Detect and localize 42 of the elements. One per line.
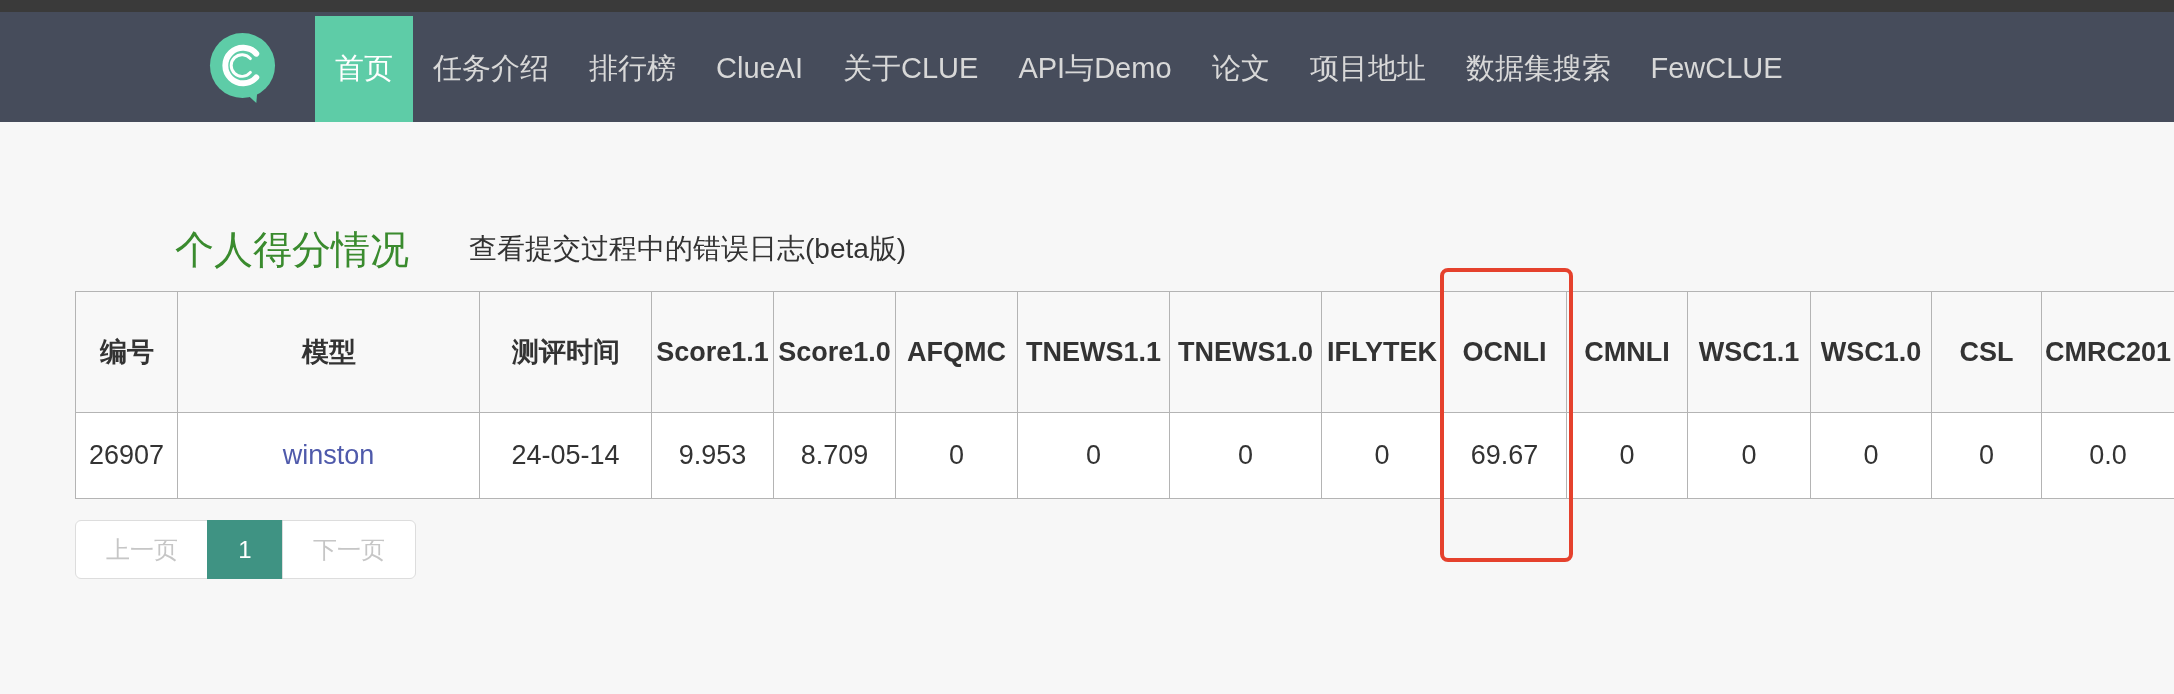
nav-link[interactable]: ClueAI — [696, 16, 824, 122]
nav-link[interactable]: FewCLUE — [1630, 16, 1803, 122]
column-header: CMRC201 — [2041, 291, 2174, 413]
table-cell: 0 — [1321, 412, 1443, 499]
column-header: 测评时间 — [479, 291, 652, 413]
column-header: WSC1.0 — [1810, 291, 1932, 413]
table-cell: 0 — [1687, 412, 1811, 499]
column-header: 编号 — [75, 291, 178, 413]
table-cell: 8.709 — [773, 412, 896, 499]
column-header: AFQMC — [895, 291, 1018, 413]
model-link[interactable]: winston — [282, 440, 375, 471]
table-cell: 0 — [1810, 412, 1932, 499]
column-header: Score1.1 — [651, 291, 774, 413]
table-cell: 0 — [1566, 412, 1688, 499]
table-cell: 9.953 — [651, 412, 774, 499]
table-cell: 0 — [1017, 412, 1170, 499]
table-cell: 0 — [895, 412, 1018, 499]
nav-link[interactable]: 数据集搜索 — [1445, 16, 1631, 122]
column-header: TNEWS1.0 — [1169, 291, 1322, 413]
column-header: WSC1.1 — [1687, 291, 1811, 413]
table-cell: 24-05-14 — [479, 412, 652, 499]
column-header: OCNLI — [1442, 291, 1567, 413]
column-header: CSL — [1931, 291, 2042, 413]
table-cell: 0 — [1169, 412, 1322, 499]
nav-link[interactable]: 排行榜 — [569, 16, 696, 122]
column-header: 模型 — [177, 291, 480, 413]
nav-link[interactable]: 项目地址 — [1289, 16, 1446, 122]
logo-icon[interactable] — [207, 31, 278, 103]
table-cell: 0.0 — [2041, 412, 2174, 499]
nav-link[interactable]: 任务介绍 — [413, 16, 569, 122]
column-header: TNEWS1.1 — [1017, 291, 1170, 413]
error-log-link[interactable]: 查看提交过程中的错误日志(beta版) — [469, 235, 907, 263]
table-cell: 26907 — [75, 412, 178, 499]
table-cell: 69.67 — [1442, 412, 1567, 499]
page-title: 个人得分情况 — [175, 229, 409, 269]
column-header: IFLYTEK — [1321, 291, 1443, 413]
column-header: Score1.0 — [773, 291, 896, 413]
nav-link[interactable]: 论文 — [1191, 16, 1290, 122]
page-button[interactable]: 1 — [207, 520, 283, 579]
nav-link[interactable]: API与Demo — [998, 16, 1192, 122]
table-cell: 0 — [1931, 412, 2042, 499]
nav-link[interactable]: 关于CLUE — [823, 16, 999, 122]
